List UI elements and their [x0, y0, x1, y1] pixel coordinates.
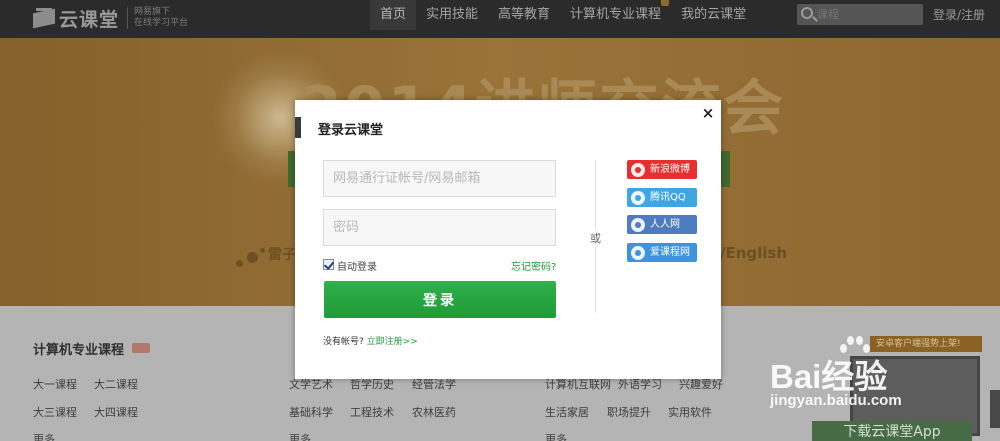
nav-item-home[interactable]: 首页	[370, 0, 417, 30]
qq-icon	[631, 190, 645, 205]
auto-login-label[interactable]: 自动登录	[337, 258, 377, 273]
baidu-jingyan-watermark: Bai经验 jingyan.baidu.com	[770, 336, 995, 416]
login-register-link[interactable]: 登录/注册	[933, 6, 985, 23]
forgot-password-link[interactable]: 忘记密码?	[511, 258, 556, 273]
modal-title-bar-accent	[295, 117, 301, 138]
qq-login-button[interactable]: 腾讯QQ	[627, 188, 697, 207]
link-more-higher-ed[interactable]: 更多	[289, 431, 311, 441]
link-more-cs[interactable]: 更多	[33, 431, 55, 441]
logo-divider	[127, 7, 129, 29]
register-now-link[interactable]: 立即注册>>	[367, 337, 418, 347]
nav-item-cs-courses[interactable]: 计算机专业课程	[560, 0, 671, 30]
link-software[interactable]: 实用软件	[668, 404, 712, 420]
renren-login-button[interactable]: 人人网	[627, 215, 697, 234]
renren-icon	[631, 217, 645, 232]
nav-item-higher-education[interactable]: 高等教育	[488, 0, 560, 30]
search-box	[797, 4, 923, 25]
no-account-text: 没有帐号?	[323, 337, 364, 347]
login-button[interactable]: 登录	[324, 281, 556, 318]
link-junior[interactable]: 大三课程	[33, 404, 77, 420]
weibo-login-button[interactable]: 新浪微博	[627, 160, 697, 179]
logo[interactable]: 云课堂 网易旗下 在线学习平台	[33, 4, 188, 32]
link-basic-science[interactable]: 基础科学	[289, 404, 333, 420]
top-navbar: 云课堂 网易旗下 在线学习平台 首页 实用技能 高等教育 计算机专业课程 我的云…	[0, 0, 1000, 38]
nav-item-my-classroom[interactable]: 我的云课堂	[671, 0, 756, 30]
banner-right-text: /English	[720, 244, 788, 262]
link-sophomore[interactable]: 大二课程	[94, 376, 138, 392]
auto-login-checkbox[interactable]	[323, 259, 334, 270]
banner-dots-icon	[236, 248, 266, 268]
new-badge-icon	[661, 0, 670, 6]
logo-book-icon	[33, 8, 55, 29]
watermark-main-text: Bai经验	[770, 358, 888, 395]
link-engineering[interactable]: 工程技术	[350, 404, 394, 420]
hot-tag-icon	[132, 343, 150, 353]
logo-tagline-line-2: 在线学习平台	[134, 18, 189, 28]
modal-title: 登录云课堂	[318, 123, 384, 138]
weibo-login-label: 新浪微博	[650, 164, 690, 175]
banner-left-text: 雷子	[268, 247, 296, 263]
link-career[interactable]: 职场提升	[607, 404, 651, 420]
link-agriculture-medicine[interactable]: 农林医药	[412, 404, 456, 420]
main-nav: 首页 实用技能 高等教育 计算机专业课程 我的云课堂	[370, 0, 756, 30]
close-icon[interactable]: ×	[699, 104, 717, 122]
link-home-life[interactable]: 生活家居	[545, 404, 589, 420]
icourse-icon	[631, 245, 645, 260]
download-app-button[interactable]: 下载云课堂App	[812, 421, 972, 441]
search-input[interactable]	[817, 4, 917, 25]
qq-login-label: 腾讯QQ	[650, 192, 686, 203]
icourse-login-button[interactable]: 爱课程网	[627, 243, 697, 262]
logo-text: 云课堂	[59, 8, 120, 31]
password-field[interactable]	[323, 209, 556, 246]
renren-login-label: 人人网	[650, 219, 680, 230]
nav-item-practical-skills[interactable]: 实用技能	[416, 0, 488, 30]
account-field[interactable]	[323, 160, 556, 197]
watermark-url-text: jingyan.baidu.com	[770, 392, 902, 409]
logo-tagline-line-1: 网易旗下	[134, 7, 171, 17]
weibo-icon	[631, 162, 645, 177]
login-modal: 登录云课堂 × 自动登录 忘记密码? 登录 没有帐号? 立即注册>> 或 新浪微…	[295, 100, 721, 379]
link-senior[interactable]: 大四课程	[94, 404, 138, 420]
register-prompt: 没有帐号? 立即注册>>	[323, 334, 418, 347]
link-freshman[interactable]: 大一课程	[33, 376, 77, 392]
search-icon[interactable]	[801, 7, 813, 19]
or-separator: 或	[590, 230, 601, 246]
section-title-cs: 计算机专业课程	[33, 343, 125, 358]
icourse-login-label: 爱课程网	[650, 247, 690, 258]
link-more-skills[interactable]: 更多	[545, 431, 567, 441]
logo-tagline: 网易旗下 在线学习平台	[134, 7, 188, 29]
nav-item-cs-courses-label: 计算机专业课程	[570, 7, 662, 22]
